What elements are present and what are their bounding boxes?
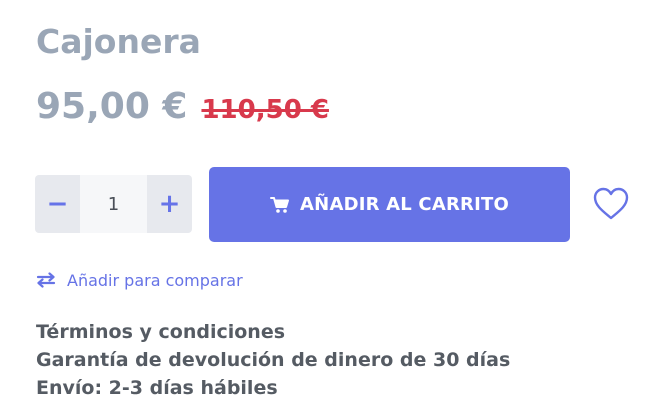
terms-info: Términos y condiciones xyxy=(36,321,286,343)
compare-link[interactable]: Añadir para comparar xyxy=(36,268,243,292)
quantity-stepper: − 1 + xyxy=(35,175,192,233)
old-price: 110,50 € xyxy=(201,95,329,125)
add-to-cart-label: AÑADIR AL CARRITO xyxy=(300,194,509,215)
money-back-info: Garantía de devolución de dinero de 30 d… xyxy=(36,349,511,371)
current-price: 95,00 € xyxy=(36,86,188,127)
price-row: 95,00 € 110,50 € xyxy=(36,84,329,130)
quantity-decrement-button[interactable]: − xyxy=(35,175,80,233)
wishlist-button[interactable] xyxy=(592,186,630,222)
shipping-info: Envío: 2-3 días hábiles xyxy=(36,377,278,399)
product-info-list: Términos y condiciones Garantía de devol… xyxy=(36,318,510,402)
product-title: Cajonera xyxy=(36,22,201,61)
compare-label: Añadir para comparar xyxy=(67,270,243,290)
cart-icon xyxy=(270,196,290,214)
compare-arrows-icon xyxy=(36,272,56,288)
heart-icon xyxy=(592,186,630,222)
quantity-increment-button[interactable]: + xyxy=(147,175,192,233)
quantity-input[interactable]: 1 xyxy=(80,175,147,233)
add-to-cart-button[interactable]: AÑADIR AL CARRITO xyxy=(209,167,570,242)
